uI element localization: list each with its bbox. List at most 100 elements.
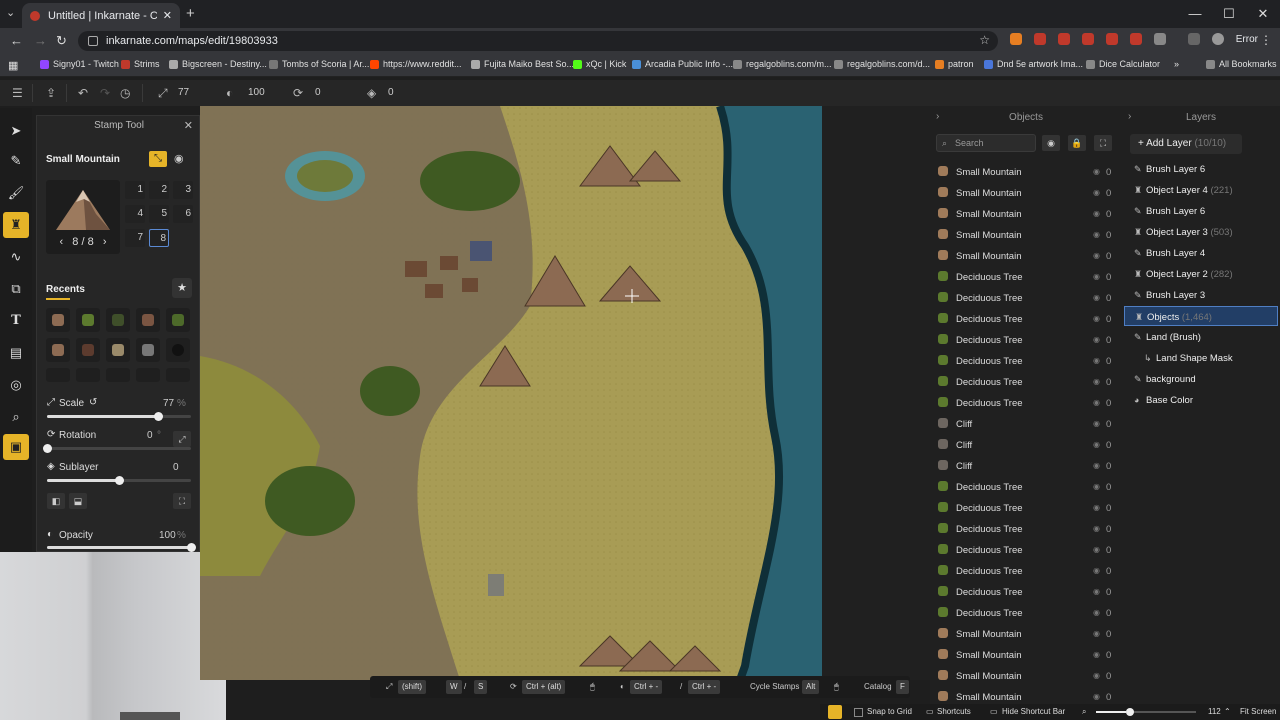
object-row[interactable]: Deciduous Tree ◉ 0 bbox=[936, 309, 1118, 329]
visibility-icon[interactable]: ◉ bbox=[1093, 377, 1100, 386]
layer-row[interactable]: ✎ Brush Layer 6 bbox=[1124, 201, 1278, 221]
url-field[interactable]: inkarnate.com/maps/edit/19803933 ☆ bbox=[78, 31, 998, 51]
recents-tab[interactable]: Recents bbox=[46, 284, 85, 295]
apps-grid-icon[interactable]: ▦ bbox=[8, 59, 18, 72]
close-tab-icon[interactable]: ✕ bbox=[163, 9, 172, 22]
variation-4[interactable]: 4 bbox=[125, 205, 145, 223]
variation-5[interactable]: 5 bbox=[149, 205, 169, 223]
extension-icon[interactable] bbox=[1010, 33, 1022, 45]
visibility-icon[interactable]: ◉ bbox=[1093, 503, 1100, 512]
add-layer-button[interactable]: + Add Layer (10/10) bbox=[1130, 134, 1242, 154]
tab-search-icon[interactable]: ⌄ bbox=[6, 6, 15, 19]
toolbar-sublayer-value[interactable]: 0 bbox=[388, 87, 394, 98]
visibility-icon[interactable]: ◉ bbox=[1093, 356, 1100, 365]
paint-tool-icon[interactable]: ✎ bbox=[3, 148, 29, 174]
object-row[interactable]: Deciduous Tree ◉ 0 bbox=[936, 540, 1118, 560]
globe-tool-icon[interactable]: ◎ bbox=[3, 372, 29, 398]
visibility-icon[interactable]: ◉ bbox=[1093, 440, 1100, 449]
random-variation-icon[interactable]: ⤡ bbox=[149, 151, 167, 167]
recent-stamp[interactable] bbox=[76, 338, 100, 362]
select-tool-icon[interactable]: ➤ bbox=[3, 118, 29, 144]
visibility-icon[interactable]: ◉ bbox=[1093, 272, 1100, 281]
new-tab-icon[interactable]: + bbox=[186, 5, 195, 22]
visibility-icon[interactable]: ◉ bbox=[1093, 629, 1100, 638]
toolbar-scale-value[interactable]: 77 bbox=[178, 87, 189, 98]
zoom-value[interactable]: 112 bbox=[1208, 707, 1221, 716]
layer-row[interactable]: ♜ Object Layer 3 (503) bbox=[1124, 222, 1278, 242]
visibility-icon[interactable]: ◉ bbox=[1093, 461, 1100, 470]
visibility-icon[interactable]: ◉ bbox=[1093, 650, 1100, 659]
bookmark-item[interactable]: patron bbox=[935, 59, 974, 69]
bookmark-item[interactable]: Signy01 - Twitch bbox=[40, 59, 119, 69]
object-row[interactable]: Small Mountain ◉ 0 bbox=[936, 666, 1118, 686]
zoom-stepper-icon[interactable]: ⌃ bbox=[1224, 707, 1231, 716]
next-variation-icon[interactable]: › bbox=[103, 236, 107, 248]
stamp-preview[interactable]: ‹ 8 / 8 › bbox=[46, 180, 120, 254]
object-row[interactable]: Small Mountain ◉ 0 bbox=[936, 204, 1118, 224]
search-input[interactable]: ⌕ Search bbox=[936, 134, 1036, 152]
visibility-icon[interactable]: ◉ bbox=[1093, 566, 1100, 575]
reset-scale-icon[interactable]: ↺ bbox=[89, 397, 97, 408]
bookmark-item[interactable]: Tombs of Scoria | Ar... bbox=[269, 59, 369, 69]
layer-row[interactable]: ✎ Brush Layer 6 bbox=[1124, 159, 1278, 179]
object-row[interactable]: Deciduous Tree ◉ 0 bbox=[936, 288, 1118, 308]
visibility-icon[interactable]: ◉ bbox=[1093, 524, 1100, 533]
color-mode-icon[interactable]: ◉ bbox=[174, 152, 184, 165]
visibility-icon[interactable]: ◉ bbox=[1093, 167, 1100, 176]
object-row[interactable]: Deciduous Tree ◉ 0 bbox=[936, 267, 1118, 287]
stamp-tool-icon[interactable]: ♜ bbox=[3, 212, 29, 238]
variation-8[interactable]: 8 bbox=[149, 229, 169, 247]
opacity-slider-knob[interactable] bbox=[187, 543, 196, 552]
toolbar-rotation-value[interactable]: 0 bbox=[315, 87, 321, 98]
recent-stamp[interactable] bbox=[166, 368, 190, 382]
object-row[interactable]: Small Mountain ◉ 0 bbox=[936, 183, 1118, 203]
object-row[interactable]: Deciduous Tree ◉ 0 bbox=[936, 351, 1118, 371]
bookmark-item[interactable]: Arcadia Public Info -... bbox=[632, 59, 733, 69]
zoom-tool-icon[interactable]: ⌕ bbox=[3, 404, 29, 430]
bookmark-item[interactable]: Fujita Maiko Best So... bbox=[471, 59, 574, 69]
visibility-icon[interactable]: ◉ bbox=[1093, 293, 1100, 302]
minimize-icon[interactable]: — bbox=[1178, 0, 1212, 28]
layer-row[interactable]: ✎ Brush Layer 3 bbox=[1124, 285, 1278, 305]
extension-icon[interactable] bbox=[1106, 33, 1118, 45]
toolbar-opacity-value[interactable]: 100 bbox=[248, 87, 265, 98]
hamburger-menu-icon[interactable]: ☰ bbox=[12, 86, 23, 100]
layer-row[interactable]: ♜ Object Layer 2 (282) bbox=[1124, 264, 1278, 284]
visibility-icon[interactable]: ◉ bbox=[1093, 419, 1100, 428]
object-row[interactable]: Deciduous Tree ◉ 0 bbox=[936, 330, 1118, 350]
recent-stamp[interactable] bbox=[136, 338, 160, 362]
scale-slider[interactable] bbox=[47, 412, 191, 421]
forward-icon[interactable]: → bbox=[34, 33, 47, 48]
flip-vertical-icon[interactable]: ⬓ bbox=[69, 493, 87, 509]
layer-row[interactable]: ✎ Brush Layer 4 bbox=[1124, 243, 1278, 263]
bookmark-star-icon[interactable]: ☆ bbox=[979, 33, 990, 47]
layer-row[interactable]: ♜ Object Layer 4 (221) bbox=[1124, 180, 1278, 200]
opacity-value[interactable]: 100 bbox=[159, 530, 176, 541]
select-all-icon[interactable]: ⛶ bbox=[1094, 135, 1112, 151]
favorites-star-icon[interactable]: ★ bbox=[172, 278, 192, 298]
shape-tool-icon[interactable]: ⧉ bbox=[3, 276, 29, 302]
profile-status[interactable]: Error bbox=[1236, 34, 1258, 45]
zoom-slider[interactable] bbox=[1096, 708, 1196, 716]
rotation-slider[interactable] bbox=[43, 444, 191, 453]
extension-icon[interactable] bbox=[1082, 33, 1094, 45]
rotation-slider-knob[interactable] bbox=[43, 444, 52, 453]
recent-stamp[interactable] bbox=[76, 308, 100, 332]
visibility-icon[interactable]: ◉ bbox=[1093, 230, 1100, 239]
recent-stamp[interactable] bbox=[106, 308, 130, 332]
browser-menu-icon[interactable]: ⋮ bbox=[1260, 33, 1272, 47]
bookmark-item[interactable]: Dice Calculator bbox=[1086, 59, 1160, 69]
close-icon[interactable]: ✕ bbox=[184, 119, 193, 132]
layer-row[interactable]: ↳ Land Shape Mask bbox=[1124, 348, 1278, 368]
recent-stamp[interactable] bbox=[106, 338, 130, 362]
object-row[interactable]: Deciduous Tree ◉ 0 bbox=[936, 498, 1118, 518]
layer-row[interactable]: ✎ background bbox=[1124, 369, 1278, 389]
variation-2[interactable]: 2 bbox=[149, 181, 169, 199]
object-row[interactable]: Small Mountain ◉ 0 bbox=[936, 246, 1118, 266]
object-row[interactable]: Small Mountain ◉ 0 bbox=[936, 162, 1118, 182]
layer-row[interactable]: ♜ Objects (1,464) bbox=[1124, 306, 1278, 326]
all-bookmarks[interactable]: All Bookmarks bbox=[1206, 59, 1277, 69]
bookmark-item[interactable]: Strims bbox=[121, 59, 160, 69]
site-info-icon[interactable] bbox=[88, 36, 98, 46]
recent-stamp[interactable] bbox=[106, 368, 130, 382]
